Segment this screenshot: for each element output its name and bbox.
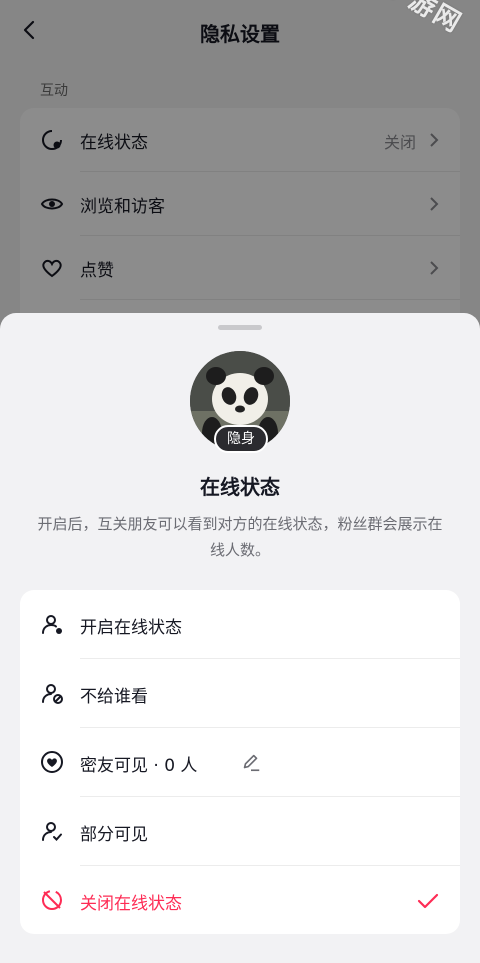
sheet-title: 在线状态: [200, 475, 280, 499]
option-partial-visible[interactable]: 部分可见: [20, 797, 460, 866]
user-blocked-icon: [42, 684, 63, 704]
option-label: 部分可见: [80, 825, 148, 845]
option-label: 密友可见 · 0 人: [80, 756, 198, 776]
option-label: 关闭在线状态: [80, 894, 182, 914]
checkmark-icon: [417, 893, 439, 909]
sheet-description: 开启后，互关朋友可以看到对方的在线状态，粉丝群会展示在线人数。: [37, 515, 443, 559]
stealth-badge: 隐身: [214, 425, 268, 453]
heart-circle-icon: [41, 751, 63, 773]
option-close-friends[interactable]: 密友可见 · 0 人: [20, 728, 460, 797]
user-online-icon: [42, 615, 62, 634]
option-label: 不给谁看: [80, 687, 148, 707]
option-hide-from[interactable]: 不给谁看: [20, 659, 460, 728]
offline-icon: [42, 890, 62, 910]
option-disable-online[interactable]: 关闭在线状态: [20, 866, 460, 935]
options-card: 开启在线状态 不给谁看 密友可见 · 0 人 部分可见 关闭在线状态: [20, 590, 460, 934]
option-label: 开启在线状态: [80, 618, 182, 638]
avatar-wrap: 隐身: [190, 351, 290, 453]
user-check-icon: [42, 822, 62, 841]
edit-pencil-icon[interactable]: [240, 751, 262, 773]
drag-handle[interactable]: [218, 325, 262, 330]
bottom-sheet: 隐身 在线状态 开启后，互关朋友可以看到对方的在线状态，粉丝群会展示在线人数。 …: [0, 313, 480, 963]
option-enable-online[interactable]: 开启在线状态: [20, 590, 460, 659]
